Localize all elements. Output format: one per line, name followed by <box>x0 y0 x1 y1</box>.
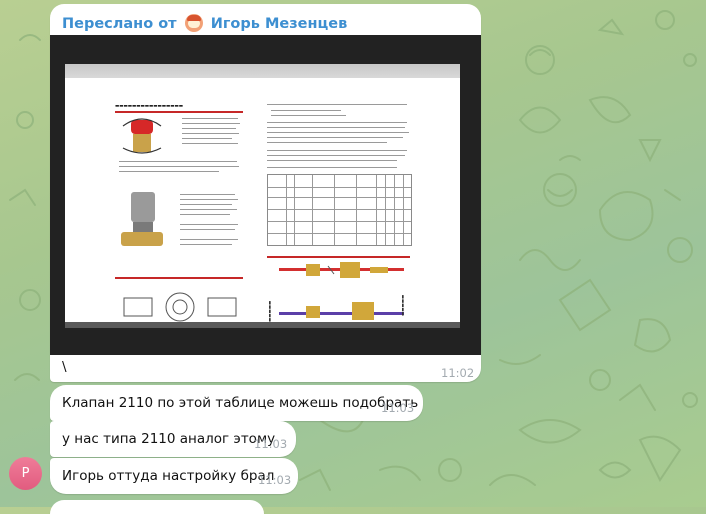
diagram-side-label: ▬▬▬▬▬ <box>268 300 273 322</box>
text-line <box>182 133 239 135</box>
text-line <box>119 161 237 163</box>
page-bottom-bar <box>65 322 460 328</box>
message-bubble[interactable]: Игорь оттуда настройку брал 11:03 <box>50 458 298 494</box>
message-time: 11:03 <box>381 401 415 415</box>
page-top-bar <box>65 64 460 78</box>
text-line <box>119 171 219 173</box>
valve-handle-image <box>122 118 162 154</box>
section-underline <box>267 256 410 258</box>
text-line <box>182 138 232 140</box>
sender-avatar[interactable]: Р <box>9 457 42 490</box>
forwarded-header[interactable]: Переслано от Игорь Мезенцев <box>62 13 347 35</box>
message-text: Игорь оттуда настройку брал <box>62 468 275 484</box>
text-line <box>267 160 397 162</box>
forwarded-message-bubble[interactable]: Переслано от Игорь Мезенцев ▬▬▬▬▬▬▬▬▬▬▬▬… <box>50 4 481 382</box>
message-text: Клапан 2110 по этой таблице можешь подоб… <box>62 395 419 411</box>
valve-drawing-image <box>123 292 237 322</box>
text-line <box>180 204 232 206</box>
text-line <box>267 127 405 129</box>
message-time: 11:03 <box>254 437 288 451</box>
thermal-actuator-image <box>121 192 163 246</box>
text-line <box>182 123 240 125</box>
forwarded-sender-name[interactable]: Игорь Мезенцев <box>211 16 348 32</box>
section-underline <box>115 111 243 113</box>
text-line <box>180 214 230 216</box>
forwarded-caption: \ <box>62 359 67 375</box>
message-time: 11:02 <box>441 366 475 380</box>
text-line <box>180 199 238 201</box>
text-line <box>182 118 238 120</box>
text-line <box>267 137 403 139</box>
text-line <box>267 167 397 169</box>
text-line <box>182 128 236 130</box>
text-line <box>271 110 341 112</box>
next-message-bubble[interactable] <box>50 500 264 514</box>
text-line <box>180 244 232 246</box>
text-line <box>180 209 237 211</box>
text-line <box>267 150 407 152</box>
text-line <box>271 115 346 117</box>
document-page-image: ▬▬▬▬▬▬▬▬▬▬▬▬▬▬▬▬ ▬▬▬▬▬ ▬▬▬▬▬ <box>65 64 460 328</box>
section-heading-image: ▬▬▬▬▬▬▬▬▬▬▬▬▬▬▬▬ <box>115 104 184 109</box>
text-line <box>267 142 387 144</box>
text-line <box>267 155 405 157</box>
diagram-side-label: ▬▬▬▬▬ <box>401 294 406 316</box>
text-line <box>182 143 238 145</box>
text-line <box>267 104 407 106</box>
text-line <box>267 132 409 134</box>
text-line <box>180 239 238 241</box>
message-bubble[interactable]: Клапан 2110 по этой таблице можешь подоб… <box>50 385 423 421</box>
section-underline <box>115 277 243 279</box>
message-text: у нас типа 2110 аналог этому <box>62 431 276 447</box>
message-time: 11:03 <box>258 473 292 487</box>
settings-table <box>267 174 412 246</box>
text-line <box>180 229 235 231</box>
forwarded-from-label: Переслано от <box>62 16 177 32</box>
pipe-fittings-image <box>306 262 388 320</box>
message-bubble[interactable]: у нас типа 2110 аналог этому 11:03 <box>50 421 296 457</box>
forwarded-sender-avatar-icon <box>184 14 203 32</box>
text-line <box>119 166 239 168</box>
text-line <box>267 122 407 124</box>
photo-attachment[interactable]: ▬▬▬▬▬▬▬▬▬▬▬▬▬▬▬▬ ▬▬▬▬▬ ▬▬▬▬▬ <box>50 35 481 355</box>
text-line <box>180 194 235 196</box>
text-line <box>180 224 238 226</box>
